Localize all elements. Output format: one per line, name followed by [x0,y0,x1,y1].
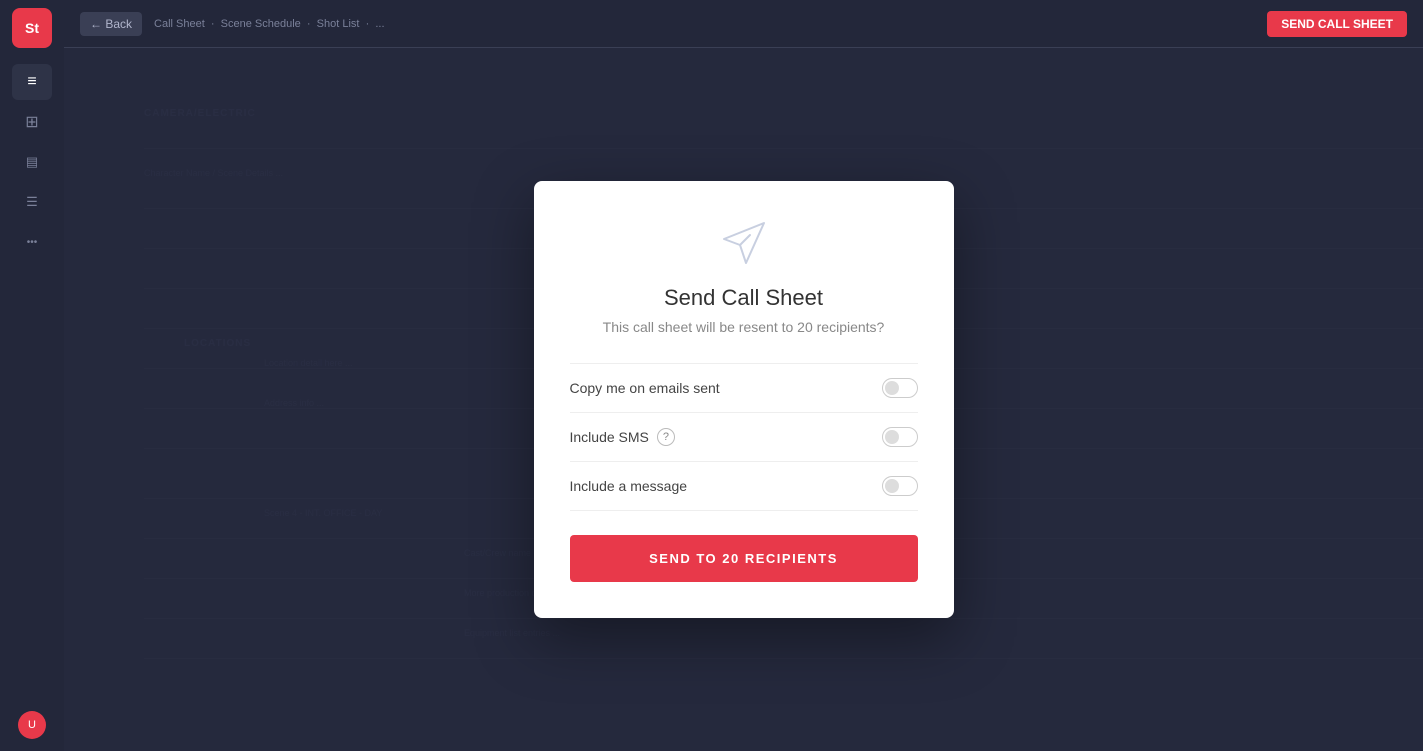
sidebar-item-list[interactable]: ☰ [12,184,52,220]
toggle-include-message[interactable] [882,476,918,496]
back-button[interactable]: ← Back [80,12,142,36]
app-background: St ≡ ⊞ ▤ ☰ ••• U ← Back Call Sheet · Sce… [0,0,1423,751]
include-message-label-text: Include a message [570,478,688,494]
toggle-knob-sms [885,430,899,444]
option-row-include-sms: Include SMS ? [570,413,918,462]
nav-text: Call Sheet · Scene Schedule · Shot List … [154,18,385,30]
modal-title: Send Call Sheet [570,285,918,311]
sidebar: St ≡ ⊞ ▤ ☰ ••• U [0,0,64,751]
option-row-copy-me: Copy me on emails sent [570,364,918,413]
include-sms-label-text: Include SMS [570,429,649,445]
app-content: ← Back Call Sheet · Scene Schedule · Sho… [64,0,1423,751]
toggle-knob-copy-me [885,381,899,395]
send-callsheet-modal: Send Call Sheet This call sheet will be … [534,181,954,618]
sidebar-item-avatar[interactable]: U [12,707,52,743]
copy-me-label-text: Copy me on emails sent [570,380,720,396]
modal-subtitle: This call sheet will be resent to 20 rec… [570,319,918,335]
main-area: CAMERA/ELECTRIC Character Name / Scene D… [64,48,1423,751]
sidebar-item-menu[interactable]: ≡ [12,64,52,100]
top-bar: ← Back Call Sheet · Scene Schedule · Sho… [64,0,1423,48]
sidebar-bottom: U [12,707,52,743]
modal-overlay: Send Call Sheet This call sheet will be … [64,48,1423,751]
menu-icon: ≡ [27,73,36,91]
sidebar-item-grid[interactable]: ⊞ [12,104,52,140]
send-callsheet-button[interactable]: SEND CALL SHEET [1267,11,1407,37]
toggle-knob-message [885,479,899,493]
breadcrumb-nav: Call Sheet · Scene Schedule · Shot List … [154,18,1255,30]
toggle-include-sms[interactable] [882,427,918,447]
toggle-copy-me[interactable] [882,378,918,398]
dots-icon: ••• [27,237,38,248]
send-recipients-button[interactable]: SEND TO 20 RECIPIENTS [570,535,918,582]
sidebar-item-layout[interactable]: ▤ [12,144,52,180]
modal-options: Copy me on emails sent Include SMS ? [570,363,918,511]
modal-icon-area [570,217,918,269]
app-logo[interactable]: St [12,8,52,48]
sidebar-item-dots[interactable]: ••• [12,224,52,260]
help-icon-sms[interactable]: ? [657,428,675,446]
paper-plane-icon [718,217,770,269]
list-icon: ☰ [26,194,38,210]
option-row-include-message: Include a message [570,462,918,511]
option-label-include-message: Include a message [570,478,688,494]
layout-icon: ▤ [26,154,38,170]
grid-icon: ⊞ [25,112,38,132]
option-label-include-sms: Include SMS ? [570,428,675,446]
option-label-copy-me: Copy me on emails sent [570,380,720,396]
avatar-icon: U [18,711,46,739]
